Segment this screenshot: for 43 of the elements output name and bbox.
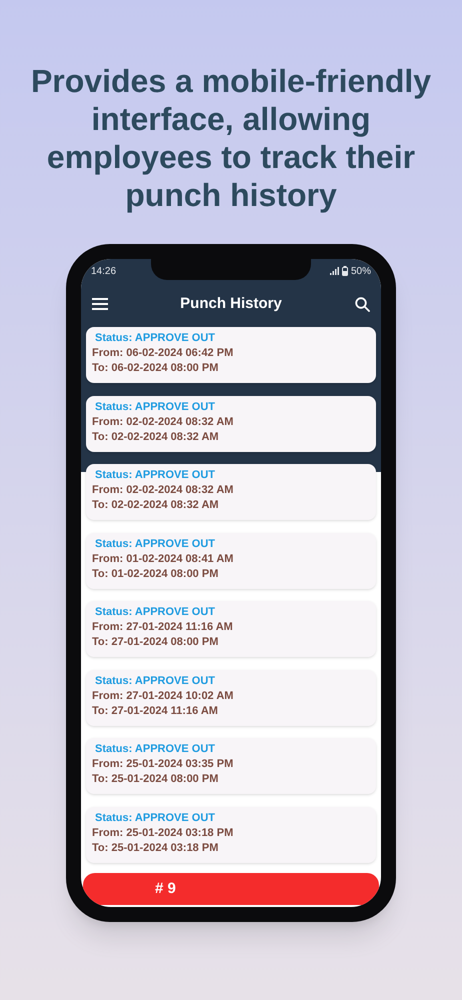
from-time: From: 27-01-2024 11:16 AM (92, 620, 234, 635)
punch-card[interactable]: Status: APPROVE OUT From: 27-01-2024 10:02 AM To: 27-01-2024 11:16 AM (86, 670, 376, 726)
from-time: From: 25-01-2024 03:35 PM (92, 757, 234, 772)
search-icon (354, 296, 370, 312)
headline: Provides a mobile-friendly interface, allowing employees to track their punch history (30, 62, 432, 214)
menu-icon (92, 298, 108, 310)
punch-card[interactable]: Status: APPROVE OUT From: 02-02-2024 08:32 AM To: 02-02-2024 08:32 AM (86, 396, 376, 452)
punch-card[interactable]: Status: APPROVE OUT From: 01-02-2024 08:41 AM To: 01-02-2024 08:00 PM (86, 532, 376, 588)
punch-card[interactable]: Status: APPROVE OUT From: 25-01-2024 03:35 PM To: 25-01-2024 08:00 PM (86, 738, 376, 794)
from-time: From: 02-02-2024 08:32 AM (92, 483, 234, 498)
from-time: From: 27-01-2024 10:02 AM (92, 688, 234, 704)
menu-button[interactable] (91, 295, 109, 313)
from-time: From: 02-02-2024 08:32 AM (92, 414, 234, 430)
status-text: Status: APPROVE OUT (94, 605, 216, 620)
status-text: Status: APPROVE OUT (94, 674, 216, 688)
to-time: To: 25-01-2024 08:00 PM (92, 772, 220, 787)
to-time: To: 01-02-2024 08:00 PM (92, 566, 220, 582)
battery-level: 50% (350, 264, 371, 278)
to-time: To: 27-01-2024 08:00 PM (92, 635, 220, 650)
status-time: 14:26 (91, 264, 116, 278)
search-button[interactable] (353, 295, 371, 313)
record-count-bar: # 9 (83, 873, 379, 905)
status-text: Status: APPROVE OUT (94, 331, 216, 346)
to-time: To: 02-02-2024 08:32 AM (92, 430, 220, 444)
punch-card[interactable]: Status: APPROVE OUT From: 25-01-2024 03:18 PM To: 25-01-2024 03:18 PM (86, 806, 376, 862)
from-time: From: 25-01-2024 03:18 PM (92, 826, 234, 840)
to-time: To: 06-02-2024 08:00 PM (92, 361, 220, 376)
status-text: Status: APPROVE OUT (94, 742, 216, 757)
screen-title: Punch History (180, 294, 282, 314)
signal-icon (330, 267, 339, 275)
status-text: Status: APPROVE OUT (94, 536, 216, 552)
punch-card[interactable]: Status: APPROVE OUT From: 06-02-2024 06:42 PM To: 06-02-2024 08:00 PM (86, 327, 376, 383)
to-time: To: 27-01-2024 11:16 AM (92, 704, 219, 718)
status-text: Status: APPROVE OUT (94, 400, 216, 414)
punch-card[interactable]: Status: APPROVE OUT From: 27-01-2024 11:16 AM To: 27-01-2024 08:00 PM (86, 601, 376, 657)
from-time: From: 01-02-2024 08:41 AM (92, 552, 234, 566)
from-time: From: 06-02-2024 06:42 PM (92, 346, 234, 361)
punch-card[interactable]: Status: APPROVE OUT From: 02-02-2024 08:32 AM To: 02-02-2024 08:32 AM (86, 464, 376, 520)
to-time: To: 25-01-2024 03:18 PM (92, 840, 220, 856)
to-time: To: 02-02-2024 08:32 AM (92, 498, 220, 513)
status-text: Status: APPROVE OUT (94, 468, 216, 483)
battery-icon (342, 266, 348, 276)
status-text: Status: APPROVE OUT (94, 810, 216, 826)
